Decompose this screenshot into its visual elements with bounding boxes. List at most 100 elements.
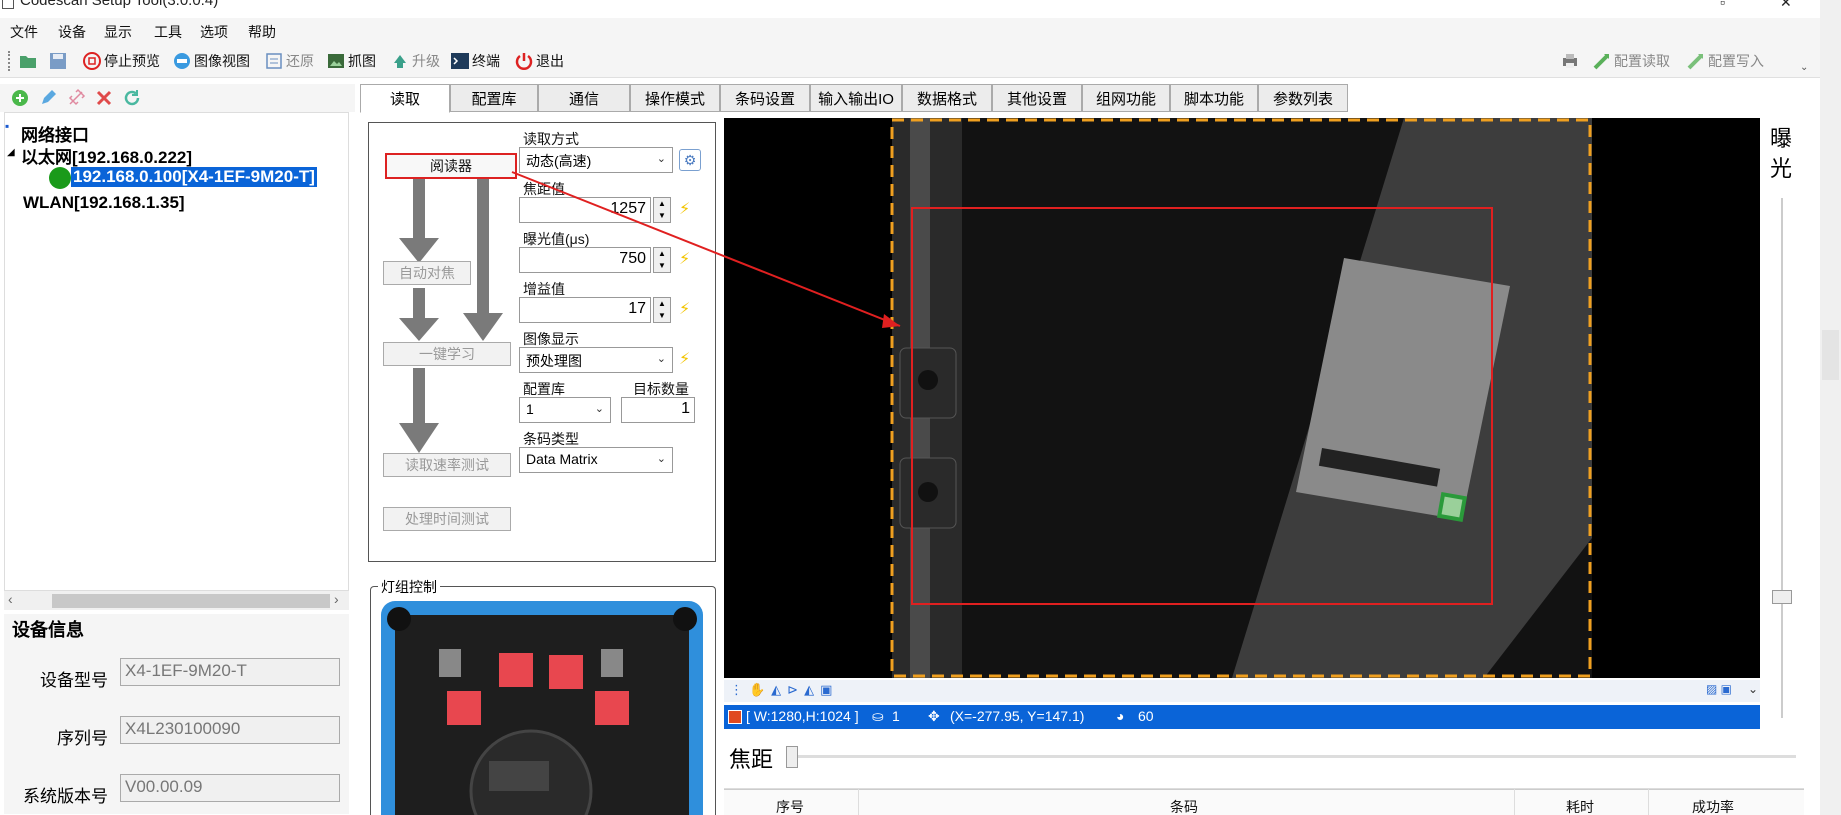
toolbar: 停止预览 图像视图 还原 抓图 升级 终端 退出 配置读取 配置写入 ⌄: [0, 42, 1841, 78]
toolbar-overflow-icon[interactable]: ⌄: [1800, 62, 1808, 73]
view-tool-icons[interactable]: ⋮✋◭⊳◭▣: [730, 682, 838, 698]
menu-options[interactable]: 选项: [200, 22, 228, 42]
view-menu-icon[interactable]: ⌄: [1748, 682, 1758, 696]
add-icon[interactable]: [10, 88, 30, 108]
settings-gear-icon[interactable]: ⚙: [679, 149, 701, 171]
image-display-apply-icon[interactable]: ⚡: [679, 349, 690, 369]
column-divider: [1648, 789, 1649, 815]
network-icon: ▪: [5, 119, 10, 133]
light-zone-1[interactable]: [499, 653, 533, 687]
camera-image-view[interactable]: [724, 118, 1760, 678]
stop-preview-button[interactable]: 停止预览: [82, 49, 160, 73]
menu-device[interactable]: 设备: [58, 22, 86, 42]
save-button[interactable]: [48, 49, 70, 73]
target-count-input[interactable]: 1: [621, 397, 695, 423]
image-status-bar: [ W:1280,H:1024 ] ⛀ 1 ✥ (X=-277.95, Y=14…: [724, 705, 1760, 729]
link-icon[interactable]: [66, 88, 86, 108]
tree-horizontal-scrollbar[interactable]: ‹ ›: [4, 590, 349, 610]
fit-view-icon[interactable]: ▨ ▣: [1706, 682, 1732, 696]
print-button[interactable]: [1560, 49, 1582, 73]
restore-button[interactable]: 还原: [264, 49, 314, 73]
refresh-icon[interactable]: [122, 88, 142, 108]
config-lib-select[interactable]: 1 ⌄: [519, 397, 611, 423]
scroll-left-icon[interactable]: ‹: [8, 591, 13, 607]
tab-comm[interactable]: 通信: [538, 84, 630, 112]
read-mode-select[interactable]: 动态(高速) ⌄: [519, 147, 673, 173]
exposure-spinner[interactable]: ▲ ▼: [653, 247, 671, 273]
window-scrollbar[interactable]: [1820, 0, 1841, 815]
tab-read[interactable]: 读取: [360, 84, 450, 113]
expand-icon[interactable]: ◢: [7, 147, 15, 158]
device-info-panel: 设备信息 设备型号 X4-1EF-9M20-T 序列号 X4L230100090…: [4, 614, 349, 814]
open-folder-button[interactable]: [18, 49, 40, 73]
col-success-rate[interactable]: 成功率: [1692, 797, 1734, 815]
read-rate-test-button[interactable]: 读取速率测试: [383, 453, 511, 477]
menu-display[interactable]: 显示: [104, 22, 132, 42]
version-field: V00.00.09: [120, 774, 340, 802]
upgrade-icon: [394, 55, 406, 68]
tab-config-lib[interactable]: 配置库: [450, 84, 538, 112]
menu-file[interactable]: 文件: [10, 22, 38, 42]
col-time[interactable]: 耗时: [1566, 797, 1594, 815]
table-header: [724, 789, 1804, 815]
capture-button[interactable]: 抓图: [326, 49, 376, 73]
focus-row-label: 焦距: [729, 747, 774, 772]
window-scrollbar-thumb[interactable]: [1822, 330, 1839, 380]
config-read-icon: [1593, 54, 1609, 70]
focus-input[interactable]: 1257: [519, 197, 651, 223]
restore-window-icon[interactable]: ▫: [1720, 0, 1725, 10]
chevron-down-icon: ⌄: [656, 153, 666, 165]
gain-apply-icon[interactable]: ⚡: [679, 299, 690, 319]
tree-item-ethernet[interactable]: 以太网[192.168.0.222]: [21, 143, 192, 168]
menu-help[interactable]: 帮助: [248, 22, 276, 42]
exposure-input[interactable]: 750: [519, 247, 651, 273]
tab-network[interactable]: 组网功能: [1082, 84, 1170, 112]
focus-slider-track[interactable]: [786, 755, 1796, 758]
tree-item-device[interactable]: 192.168.0.100[X4-1EF-9M20-T]: [71, 167, 317, 187]
focus-slider-thumb[interactable]: [786, 746, 798, 768]
auto-focus-button[interactable]: 自动对焦: [383, 261, 471, 285]
gain-spinner[interactable]: ▲ ▼: [653, 297, 671, 323]
image-view-toolbar: ⋮✋◭⊳◭▣ ▨ ▣ ⌄: [724, 680, 1760, 702]
exposure-panel: 曝光: [1764, 118, 1814, 728]
gain-input[interactable]: 17: [519, 297, 651, 323]
menu-tools[interactable]: 工具: [154, 22, 182, 42]
processing-time-test-button[interactable]: 处理时间测试: [383, 507, 511, 531]
resolution-text: [ W:1280,H:1024 ]: [746, 708, 859, 724]
light-zone-3[interactable]: [447, 691, 481, 725]
scroll-right-icon[interactable]: ›: [334, 591, 339, 607]
light-zone-2[interactable]: [549, 655, 583, 689]
edit-icon[interactable]: [38, 88, 58, 108]
col-barcode[interactable]: 条码: [1170, 797, 1198, 815]
barcode-type-select[interactable]: Data Matrix ⌄: [519, 447, 673, 473]
picture-icon: [328, 54, 344, 68]
tab-barcode-settings[interactable]: 条码设置: [720, 84, 810, 112]
exposure-apply-icon[interactable]: ⚡: [679, 249, 690, 269]
delete-icon[interactable]: [94, 88, 114, 108]
scrollbar-thumb[interactable]: [52, 594, 330, 608]
image-display-select[interactable]: 预处理图 ⌄: [519, 347, 673, 373]
tree-item-wlan[interactable]: WLAN[192.168.1.35]: [23, 193, 185, 213]
exit-button[interactable]: 退出: [514, 49, 564, 73]
config-read-button[interactable]: 配置读取: [1592, 49, 1670, 73]
tab-io[interactable]: 输入输出IO: [810, 84, 902, 112]
terminal-button[interactable]: 终端: [450, 49, 500, 73]
tab-operation-mode[interactable]: 操作模式: [630, 84, 720, 112]
exposure-slider-track[interactable]: [1781, 198, 1783, 718]
col-index[interactable]: 序号: [776, 797, 804, 815]
tab-other-settings[interactable]: 其他设置: [992, 84, 1082, 112]
light-zone-4[interactable]: [595, 691, 629, 725]
tab-data-format[interactable]: 数据格式: [902, 84, 992, 112]
exposure-slider-thumb[interactable]: [1772, 590, 1792, 604]
tab-script[interactable]: 脚本功能: [1170, 84, 1258, 112]
focus-spinner[interactable]: ▲ ▼: [653, 197, 671, 223]
upgrade-button[interactable]: 升级: [390, 49, 440, 73]
one-key-learn-button[interactable]: 一键学习: [383, 342, 511, 366]
chevron-down-icon: ⌄: [656, 353, 666, 365]
config-write-button[interactable]: 配置写入: [1686, 49, 1764, 73]
close-window-icon[interactable]: ✕: [1780, 0, 1792, 11]
reader-button[interactable]: 阅读器: [385, 153, 517, 179]
focus-apply-icon[interactable]: ⚡: [679, 199, 690, 219]
image-view-button[interactable]: 图像视图: [172, 49, 250, 73]
tab-param-list[interactable]: 参数列表: [1258, 84, 1348, 112]
